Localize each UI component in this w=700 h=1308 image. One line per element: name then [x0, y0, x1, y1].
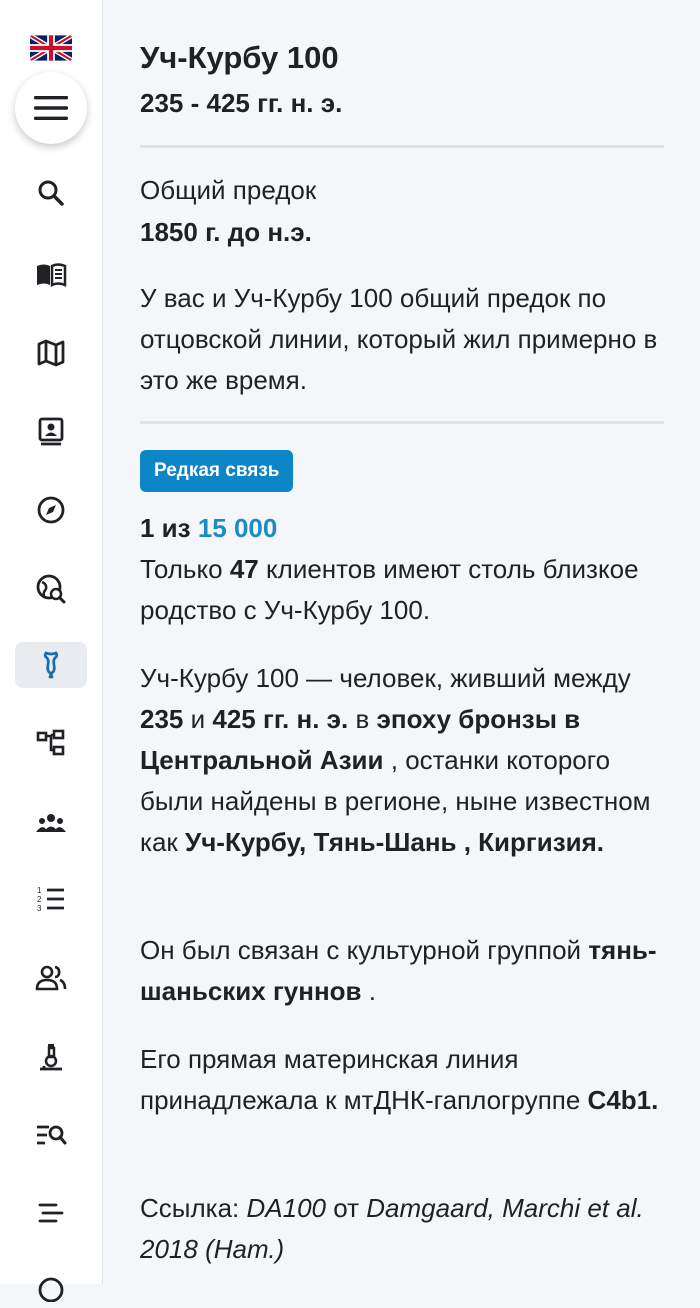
sidebar-item-map[interactable] [15, 330, 87, 376]
bio-place: Уч-Курбу, Тянь-Шань , Киргизия. [185, 827, 605, 857]
bio-date-from: 235 [140, 704, 184, 734]
sidebar-item-more[interactable] [15, 1262, 87, 1308]
haplogroup: C4b1. [587, 1085, 659, 1115]
microscope-icon [40, 1044, 62, 1071]
sidebar-item-list-search[interactable] [15, 1112, 87, 1158]
sidebar-item-list[interactable]: 123 [15, 876, 87, 922]
reference: Ссылка: DA100 от Damgaard, Marchi et al.… [140, 1188, 664, 1270]
rare-connection-badge: Редкая связь [140, 450, 294, 492]
sidebar-item-lab[interactable] [15, 1034, 87, 1080]
sidebar-item-explore[interactable] [15, 487, 87, 533]
sidebar-item-sort[interactable] [15, 1190, 87, 1236]
list-search-icon [37, 1125, 67, 1145]
sidebar-item-profile[interactable] [15, 408, 87, 454]
clients-count: 47 [229, 554, 259, 584]
rarity-info: 1 из 15 000 Только 47 клиентов имеют сто… [140, 508, 664, 631]
sidebar: 123 [0, 0, 103, 1302]
ancestor-label: Общий предок [140, 175, 317, 205]
group-icon [36, 814, 66, 832]
bio-paragraph-1: Уч-Курбу 100 — человек, живший между 235… [140, 658, 664, 863]
uk-flag-icon[interactable] [30, 35, 72, 61]
rarity-prefix: 1 из [140, 513, 191, 543]
divider [140, 421, 664, 424]
tree-icon [36, 729, 65, 756]
sidebar-item-book[interactable] [15, 252, 87, 298]
compass-icon [37, 496, 65, 524]
dna-bone-icon [43, 651, 59, 679]
people-icon [35, 965, 67, 991]
bio-text: Его прямая материнская линия принадлежал… [140, 1044, 581, 1115]
bio-text: от [333, 1193, 360, 1223]
hamburger-menu-icon [34, 96, 68, 120]
rarity-value: 15 000 [197, 513, 278, 543]
clients-text-before: Только [140, 554, 223, 584]
circle-icon [38, 1277, 64, 1302]
search-icon [38, 180, 64, 206]
globe-search-icon [36, 574, 66, 604]
menu-button[interactable] [15, 72, 87, 144]
svg-text:1: 1 [37, 886, 42, 895]
sidebar-item-globe-search[interactable] [15, 566, 87, 612]
bio-paragraph-3: Его прямая материнская линия принадлежал… [140, 1039, 664, 1121]
bio-text: и [190, 704, 206, 734]
svg-text:3: 3 [37, 904, 42, 913]
bio-date-to: 425 гг. н. э. [212, 704, 349, 734]
bio-text: . [368, 976, 376, 1006]
sort-lines-icon [38, 1203, 64, 1223]
date-range: 235 - 425 гг. н. э. [140, 88, 343, 118]
divider [140, 145, 664, 148]
svg-text:2: 2 [37, 895, 42, 904]
book-icon [37, 263, 67, 288]
map-icon [37, 339, 65, 367]
ordered-list-icon: 123 [37, 886, 64, 913]
bio-text: Он был связан с культурной группой [140, 935, 582, 965]
reference-id: DA100 [246, 1193, 327, 1223]
page-title: Уч-Курбу 100 [140, 40, 339, 75]
sidebar-item-search[interactable] [15, 170, 87, 216]
bio-text: в [355, 704, 370, 734]
bio-paragraph-2: Он был связан с культурной группой тянь-… [140, 930, 664, 1012]
sidebar-item-tree[interactable] [15, 720, 87, 766]
reference-label: Ссылка: [140, 1193, 240, 1223]
ancestor-description: У вас и Уч-Курбу 100 общий предок по отц… [140, 283, 658, 395]
sidebar-item-people[interactable] [15, 955, 87, 1001]
sidebar-item-ancient-connections[interactable] [15, 642, 87, 688]
ancestor-date: 1850 г. до н.э. [140, 217, 312, 247]
sidebar-item-group[interactable] [15, 800, 87, 846]
profile-card-icon [38, 417, 64, 446]
bio-text: Уч-Курбу 100 — человек, живший между [140, 663, 631, 693]
